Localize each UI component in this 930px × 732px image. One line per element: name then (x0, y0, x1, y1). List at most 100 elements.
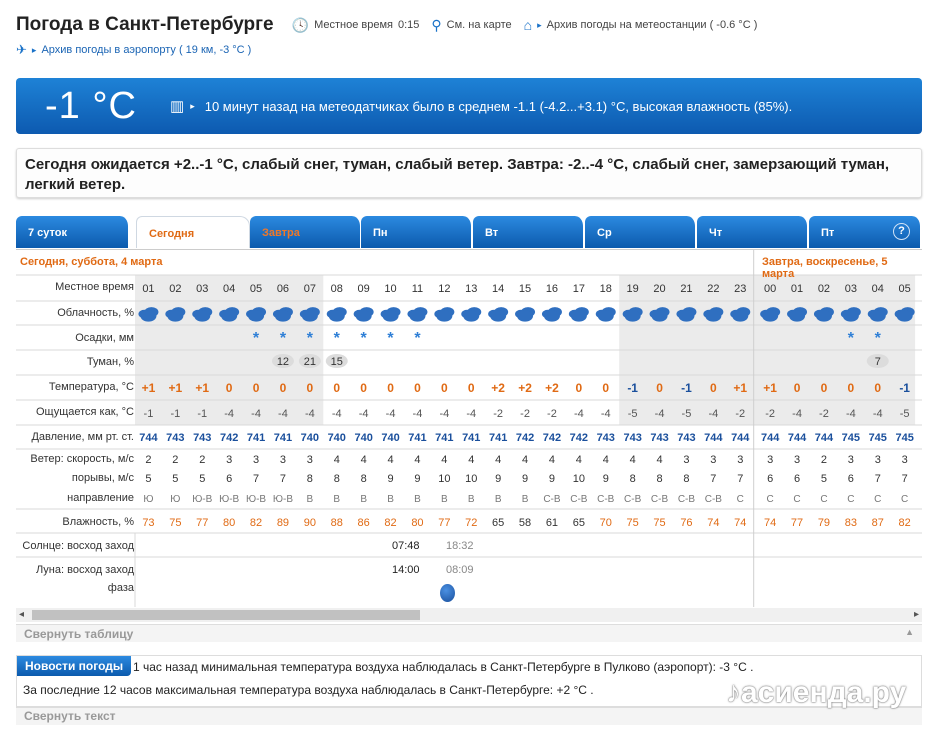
header-bar: Погода в Санкт-Петербурге 🕓 Местное время… (16, 10, 920, 40)
wind-cell: 4 (441, 454, 447, 466)
arrow-icon: ▸ (190, 100, 195, 111)
feel-cell: -4 (708, 408, 718, 420)
press-cell: 745 (869, 432, 887, 444)
hourly-table: 01 02 03 04 05 06 07 08 09 10 11 12 13 14 15 16 17 18 19 20… (16, 249, 922, 607)
feel-cell: -1 (197, 408, 207, 420)
temp-cell: +2 (545, 381, 559, 395)
row-label-precip: Осадки, мм (75, 332, 134, 344)
temp-cell: 0 (821, 381, 828, 395)
table-scrollbar[interactable]: ◂ ▸ (16, 608, 922, 622)
gust-cell: 9 (495, 473, 501, 485)
hum-cell: 82 (384, 517, 396, 529)
press-cell: 744 (139, 432, 158, 444)
feel-cell: -2 (520, 408, 530, 420)
snowflake-icon: * (361, 330, 368, 347)
collapse-table-button[interactable]: Свернуть таблицу ▲ (16, 624, 922, 642)
gust-cell: 5 (821, 473, 827, 485)
row-label-cloud: Облачность, % (57, 307, 134, 319)
dir-cell: С-В (624, 494, 642, 505)
row-label-gust: порывы, м/с (71, 472, 134, 484)
hum-cell: 77 (438, 517, 450, 529)
hour-cell: 01 (142, 283, 154, 295)
temp-cell: +1 (142, 381, 156, 395)
row-label-moon: Луна: восход заход (35, 564, 134, 576)
tab-fri[interactable]: Пт? (809, 216, 922, 248)
wind-cell: 4 (656, 454, 662, 466)
airport-archive-label: Архив погоды в аэропорту ( 19 км, -3 °C … (41, 44, 252, 56)
hour-cell: 12 (438, 283, 450, 295)
snowflake-icon: * (387, 330, 394, 347)
cloud-icon (488, 307, 509, 322)
press-cell: 743 (597, 432, 615, 444)
hum-cell: 88 (331, 517, 343, 529)
hum-cell: 75 (169, 517, 181, 529)
snowflake-icon: * (253, 330, 260, 347)
feel-cell: -1 (170, 408, 180, 420)
dir-cell: С (820, 494, 827, 505)
hum-cell: 58 (519, 517, 531, 529)
day1-header: Сегодня, суббота, 4 марта (20, 256, 163, 268)
gust-cell: 10 (465, 473, 477, 485)
wind-cell: 4 (576, 454, 582, 466)
tab-tomorrow[interactable]: Завтра (250, 216, 362, 248)
hour-cell: 01 (791, 283, 803, 295)
gust-cell: 6 (794, 473, 800, 485)
building-icon: ▥ (170, 98, 185, 115)
tab-today[interactable]: Сегодня (136, 216, 250, 248)
tab-mon[interactable]: Пн (361, 216, 473, 248)
sunset-time: 18:32 (446, 540, 474, 552)
feel-cell: -4 (332, 408, 342, 420)
wind-cell: 3 (307, 454, 313, 466)
temp-cell: +1 (733, 381, 747, 395)
feel-cell: -4 (251, 408, 261, 420)
scroll-thumb[interactable] (32, 610, 420, 620)
news-line-2: За последние 12 часов максимальная темпе… (23, 683, 594, 697)
temp-cell: +1 (169, 381, 183, 395)
hour-cell: 05 (899, 283, 911, 295)
feel-cell: -4 (278, 408, 288, 420)
tab-7-days[interactable]: 7 суток (16, 216, 130, 248)
hum-cell: 87 (872, 517, 884, 529)
press-cell: 744 (761, 432, 780, 444)
hum-cell: 75 (627, 517, 639, 529)
dir-cell: С (847, 494, 854, 505)
scroll-right-icon[interactable]: ▸ (914, 609, 919, 620)
map-link[interactable]: ⚲ См. на карте (431, 17, 511, 34)
moonrise-time: 14:00 (392, 564, 420, 576)
gust-cell: 9 (522, 473, 528, 485)
dir-cell: С (767, 494, 774, 505)
hum-cell: 89 (277, 517, 289, 529)
gust-cell: 6 (767, 473, 773, 485)
station-archive-link[interactable]: ⌂ ▸ Архив погоды на метеостанции ( -0.6 °C… (524, 17, 758, 33)
press-cell: 741 (489, 432, 507, 444)
gust-cell: 8 (656, 473, 662, 485)
temp-cell: 0 (360, 381, 367, 395)
feel-cell: -4 (359, 408, 369, 420)
row-label-time: Местное время (55, 281, 134, 293)
tab-tue[interactable]: Вт (473, 216, 585, 248)
dir-cell: С-В (651, 494, 669, 505)
tab-wed[interactable]: Ср (585, 216, 697, 248)
dir-cell: Ю-В (246, 494, 266, 505)
hum-cell: 82 (250, 517, 262, 529)
collapse-arrow-icon: ▲ (905, 627, 914, 637)
dir-cell: Ю-В (192, 494, 212, 505)
gust-cell: 5 (199, 473, 205, 485)
row-label-feel: Ощущается как, °C (35, 406, 134, 418)
tab-thu[interactable]: Чт (697, 216, 809, 248)
scroll-left-icon[interactable]: ◂ (19, 609, 24, 620)
press-cell: 741 (435, 432, 453, 444)
help-icon[interactable]: ? (893, 223, 910, 240)
cloud-icon (515, 307, 536, 322)
wind-cell: 4 (603, 454, 609, 466)
hour-cell: 22 (707, 283, 719, 295)
airport-archive-link[interactable]: ✈ ▸ Архив погоды в аэропорту ( 19 км, -3 °… (16, 42, 251, 58)
hum-cell: 65 (573, 517, 585, 529)
dir-cell: В (387, 494, 394, 505)
temp-cell: +1 (763, 381, 777, 395)
hum-cell: 80 (223, 517, 235, 529)
feel-cell: -4 (386, 408, 396, 420)
snowflake-icon: * (875, 330, 882, 347)
gust-cell: 10 (438, 473, 450, 485)
feel-cell: -2 (493, 408, 503, 420)
